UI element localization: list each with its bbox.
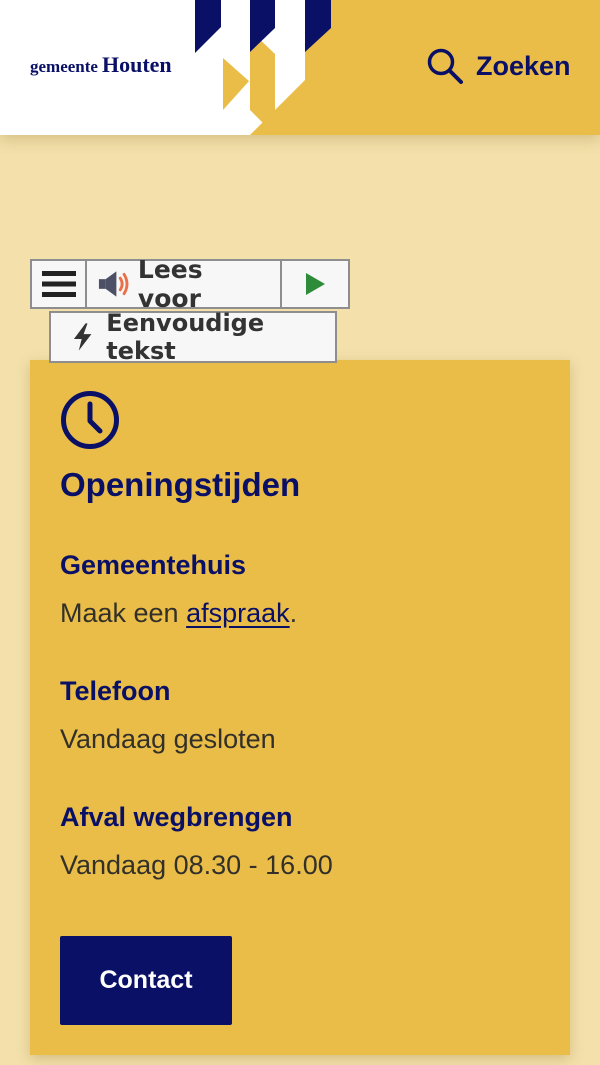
appointment-text: Maak een [60,598,179,628]
read-aloud-menu-button[interactable] [30,259,87,309]
opening-hours-title: Openingstijden [60,466,301,503]
play-button[interactable] [280,259,350,309]
opening-hours-card: Openingstijden Gemeentehuis Maak een afs… [30,360,570,1055]
appointment-period: . [289,598,298,628]
section-text-phone: Vandaag gesloten [60,724,276,754]
clock-icon [61,391,119,449]
read-aloud-label: Lees voor [137,255,203,313]
contact-button[interactable]: Contact [60,936,232,1025]
simple-text-button[interactable]: Eenvoudige tekst [49,309,337,365]
search-icon [427,48,463,84]
search-button[interactable]: Zoeken [426,46,571,86]
speaker-icon [98,271,129,297]
appointment-link[interactable]: afspraak [186,598,290,628]
hamburger-menu-icon [41,271,76,297]
lightning-icon [73,323,92,351]
section-title-town-hall: Gemeentehuis [60,550,247,580]
search-label: Zoeken [476,50,571,81]
section-text-waste: Vandaag 08.30 - 16.00 [60,850,333,880]
section-text-town-hall: Maak een afspraak. [60,598,297,629]
site-header: gemeente Houten Zoeken [0,0,600,135]
simple-text-label: Eenvoudige tekst [106,309,265,365]
play-icon [306,273,325,295]
read-aloud-button[interactable]: Lees voor [85,255,282,313]
section-title-phone: Telefoon [60,676,171,706]
logo-graphic [195,0,335,135]
section-title-waste: Afval wegbrengen [60,802,293,832]
logo-prefix: gemeente [30,57,98,76]
site-logo[interactable]: gemeente Houten [30,52,172,78]
logo-name: Houten [101,52,172,77]
read-aloud-toolbar: Lees voor [30,255,350,313]
